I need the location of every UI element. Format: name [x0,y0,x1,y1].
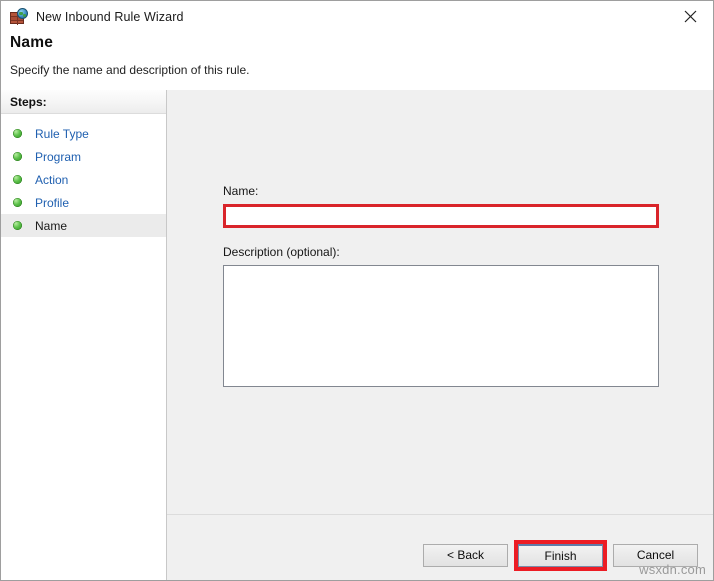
finish-button[interactable]: Finish [518,544,603,567]
wizard-body: Steps: Rule Type Program Action Profile [1,90,713,580]
watermark: wsxdn.com [639,562,706,577]
sidebar-item-label: Rule Type [35,126,89,141]
sidebar-item-label: Action [35,172,69,187]
firewall-globe-icon [10,7,28,26]
green-dot-icon [13,129,22,138]
back-button[interactable]: < Back [423,544,508,567]
steps-sidebar: Steps: Rule Type Program Action Profile [1,90,167,580]
name-input[interactable] [226,207,656,225]
title-bar: New Inbound Rule Wizard [1,1,713,32]
button-bar: < Back Finish Cancel wsxdn.com [167,514,713,580]
page-title: Name [10,34,54,51]
name-field-highlight [223,204,659,228]
close-icon[interactable] [668,1,713,31]
green-dot-icon [13,198,22,207]
sidebar-item-profile[interactable]: Profile [1,191,166,214]
sidebar-item-action[interactable]: Action [1,168,166,191]
window-title: New Inbound Rule Wizard [36,9,184,24]
green-dot-icon [13,152,22,161]
description-input[interactable] [223,265,659,387]
sidebar-item-rule-type[interactable]: Rule Type [1,122,166,145]
name-form: Name: Description (optional): [223,184,659,390]
steps-list: Rule Type Program Action Profile Name [1,114,166,237]
green-dot-icon [13,221,22,230]
sidebar-item-label: Profile [35,195,70,210]
wizard-window: New Inbound Rule Wizard Name Specify the… [0,0,714,581]
content-panel: Name: Description (optional): < Back Fin… [167,90,713,580]
sidebar-item-label: Name [35,218,68,233]
name-label: Name: [223,184,259,198]
sidebar-item-program[interactable]: Program [1,145,166,168]
page-subtitle: Specify the name and description of this… [10,63,250,77]
page-header: Name Specify the name and description of… [1,32,713,90]
sidebar-item-label: Program [35,149,82,164]
description-label: Description (optional): [223,245,340,259]
green-dot-icon [13,175,22,184]
finish-button-highlight: Finish [514,540,607,571]
steps-header: Steps: [1,90,166,114]
sidebar-item-name[interactable]: Name [1,214,166,237]
